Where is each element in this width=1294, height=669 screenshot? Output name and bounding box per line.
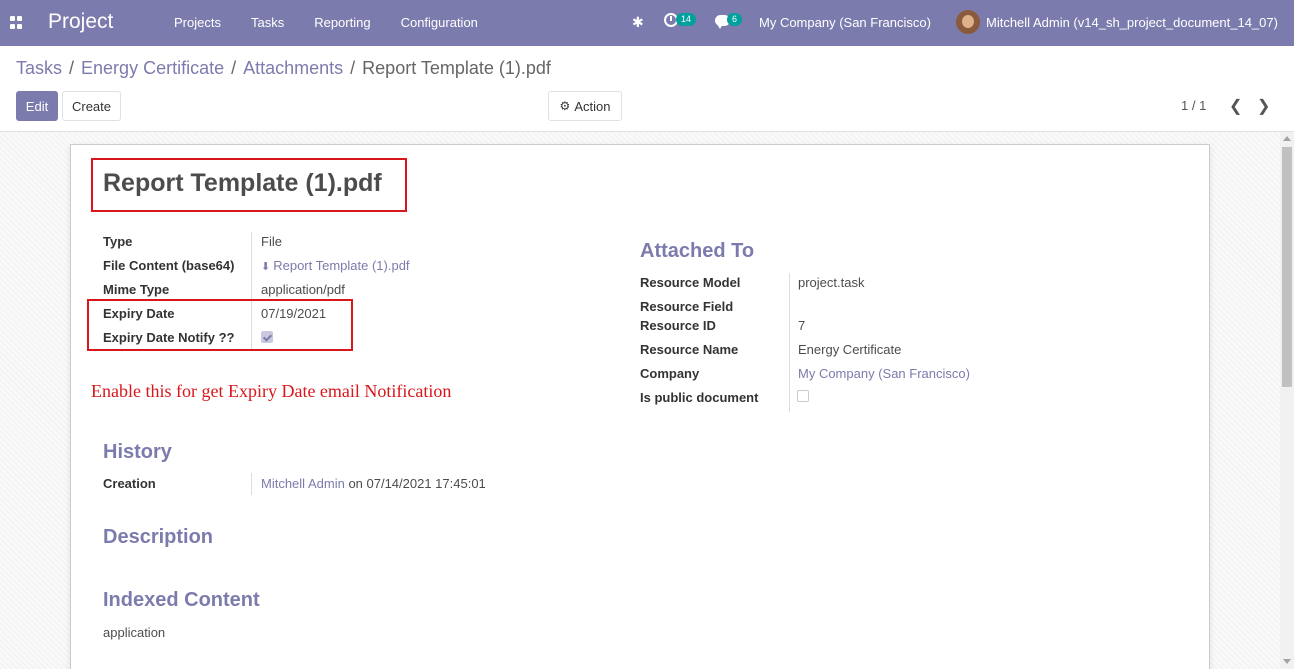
action-button[interactable]: ⚙ Action — [548, 91, 622, 121]
debug-bug-icon[interactable]: ✱ — [632, 14, 644, 31]
company-switcher[interactable]: My Company (San Francisco) — [759, 15, 931, 30]
apps-menu-icon[interactable] — [10, 16, 23, 29]
public-document-checkbox[interactable] — [797, 390, 809, 402]
resource-id-value: 7 — [798, 318, 806, 333]
indexed-content-value: application — [103, 625, 166, 640]
edit-button[interactable]: Edit — [16, 91, 58, 121]
breadcrumb-separator: / — [69, 58, 75, 78]
main-menu: Projects Tasks Reporting Configuration — [164, 15, 498, 30]
indexed-content-title: Indexed Content — [103, 589, 260, 611]
field-divider — [251, 473, 252, 495]
menu-item-tasks[interactable]: Tasks — [241, 15, 284, 30]
file-content-download-link[interactable]: ⬇ Report Template (1).pdf — [261, 258, 410, 273]
description-title: Description — [103, 526, 214, 548]
creation-datetime: on 07/14/2021 17:45:01 — [348, 476, 486, 491]
breadcrumb: Tasks / Energy Certificate / Attachments… — [16, 58, 551, 79]
file-content-label: File Content (base64) — [103, 258, 235, 273]
breadcrumb-separator: / — [231, 58, 237, 78]
mime-type-value: application/pdf — [261, 282, 345, 297]
file-content-value: Report Template (1).pdf — [273, 258, 410, 273]
scroll-down-arrow-icon[interactable] — [1283, 659, 1291, 664]
resource-model-label: Resource Model — [640, 275, 741, 290]
pager-value[interactable]: 1 / 1 — [1181, 98, 1206, 113]
breadcrumb-current: Report Template (1).pdf — [362, 58, 551, 78]
menu-item-configuration[interactable]: Configuration — [391, 15, 478, 30]
breadcrumb-separator: / — [350, 58, 356, 78]
resource-field-label: Resource Field — [640, 299, 734, 314]
history-title: History — [103, 441, 172, 463]
message-count-badge: 6 — [727, 13, 743, 26]
breadcrumb-tasks[interactable]: Tasks — [16, 58, 62, 79]
scrollbar-thumb[interactable] — [1282, 147, 1292, 387]
field-divider — [789, 273, 790, 412]
resource-name-value: Energy Certificate — [798, 342, 902, 357]
highlight-box-title — [91, 158, 407, 212]
company-link[interactable]: My Company (San Francisco) — [798, 366, 970, 381]
breadcrumb-attachments[interactable]: Attachments — [243, 58, 343, 79]
scroll-up-arrow-icon[interactable] — [1283, 136, 1291, 141]
annotation-note: Enable this for get Expiry Date email No… — [91, 381, 452, 401]
resource-name-label: Resource Name — [640, 342, 739, 357]
pager-previous-icon[interactable]: ❮ — [1229, 96, 1242, 116]
highlight-box-expiry — [87, 299, 353, 351]
type-label: Type — [103, 234, 133, 249]
creation-label: Creation — [103, 476, 156, 491]
resource-id-label: Resource ID — [640, 318, 716, 333]
activity-count-badge: 14 — [676, 13, 697, 26]
pager-next-icon[interactable]: ❯ — [1257, 96, 1270, 116]
gear-icon: ⚙ — [559, 99, 571, 113]
app-brand[interactable]: Project — [48, 10, 113, 34]
creation-value: Mitchell Admin on 07/14/2021 17:45:01 — [261, 476, 486, 491]
creation-user-link[interactable]: Mitchell Admin — [261, 476, 345, 491]
download-icon: ⬇ — [261, 261, 271, 273]
action-label: Action — [574, 98, 611, 114]
company-label: Company — [640, 366, 700, 381]
public-document-label: Is public document — [640, 390, 759, 405]
menu-item-reporting[interactable]: Reporting — [304, 15, 370, 30]
create-button[interactable]: Create — [62, 91, 121, 121]
user-avatar[interactable] — [956, 10, 980, 34]
type-value: File — [261, 234, 282, 249]
breadcrumb-energy-certificate[interactable]: Energy Certificate — [81, 58, 224, 79]
menu-item-projects[interactable]: Projects — [164, 15, 221, 30]
user-menu[interactable]: Mitchell Admin (v14_sh_project_document_… — [986, 15, 1278, 30]
mime-type-label: Mime Type — [103, 282, 170, 297]
top-navbar: Project Projects Tasks Reporting Configu… — [0, 0, 1294, 46]
resource-model-value: project.task — [798, 275, 865, 290]
attached-to-title: Attached To — [640, 240, 755, 262]
